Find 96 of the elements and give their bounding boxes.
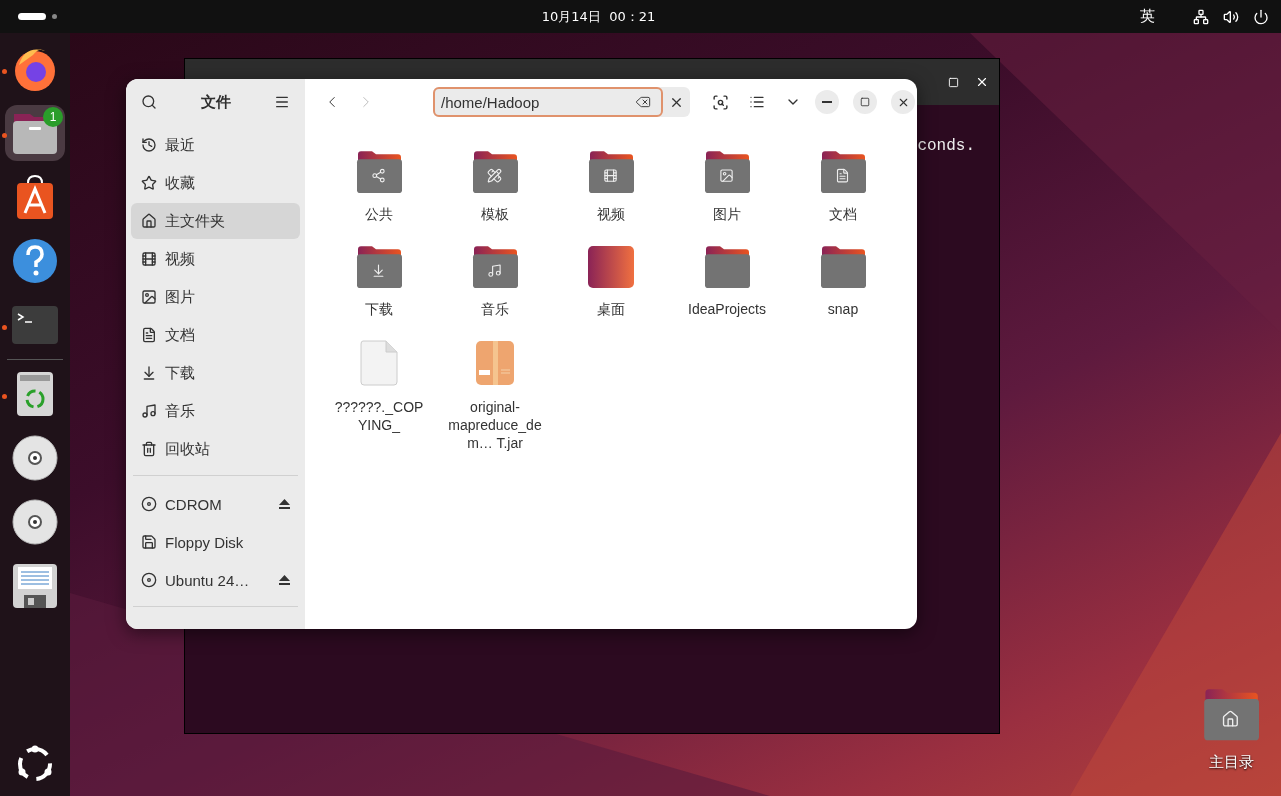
maximize-button[interactable]: [853, 90, 877, 114]
search-icon: [712, 93, 729, 111]
sidebar-item[interactable]: 视频: [131, 241, 300, 277]
help-icon[interactable]: [12, 238, 58, 284]
file-name: 桌面: [596, 299, 626, 318]
sidebar-item[interactable]: 回收站: [131, 431, 300, 467]
sidebar-item[interactable]: 最近: [131, 127, 300, 163]
star-icon: [141, 175, 157, 191]
sidebar-item[interactable]: Floppy Disk: [131, 524, 300, 560]
document-icon: [141, 327, 157, 343]
sidebar-item[interactable]: 下载: [131, 355, 300, 391]
file-name: 图片: [712, 205, 742, 224]
volume-icon[interactable]: [1223, 8, 1239, 25]
file-name: 音乐: [480, 299, 510, 318]
store-icon[interactable]: [15, 175, 55, 219]
file-cabinet-icon[interactable]: [12, 112, 58, 154]
trash-icon: [141, 441, 157, 457]
file-name: 视频: [596, 205, 626, 224]
workspace-indicator[interactable]: [52, 14, 57, 19]
menu-icon[interactable]: [274, 94, 290, 110]
file-name: 下载: [364, 299, 394, 318]
home-folder-icon: [1203, 689, 1259, 741]
file-item[interactable]: 桌面: [553, 245, 669, 318]
file-name: original-mapreduce_dem… T.jar: [447, 398, 543, 453]
disc-icon: [141, 496, 157, 512]
close-icon[interactable]: [975, 75, 989, 89]
maximize-icon: [860, 97, 870, 107]
desktop-shortcut[interactable]: 主目录: [1203, 689, 1259, 772]
recent-icon: [141, 137, 157, 153]
terminal-icon[interactable]: [12, 306, 58, 344]
folder-icon: [820, 245, 866, 288]
file-item[interactable]: 图片: [669, 151, 785, 224]
list-icon: [749, 94, 765, 110]
file-item[interactable]: snap: [785, 245, 901, 318]
file-item[interactable]: 模板: [437, 151, 553, 224]
notification-badge: 1: [43, 107, 63, 127]
music-folder-icon: [472, 245, 518, 288]
sidebar-item[interactable]: Ubuntu 24…: [131, 562, 300, 598]
window-title: 文件: [200, 92, 231, 112]
input-method-indicator[interactable]: 英: [1140, 7, 1155, 26]
file-icon: [359, 340, 399, 386]
music-icon: [141, 403, 157, 419]
package-icon: [475, 340, 515, 386]
file-item[interactable]: IdeaProjects: [669, 245, 785, 318]
file-item[interactable]: 下载: [321, 245, 437, 318]
shortcut-label: 主目录: [1208, 753, 1254, 772]
ruler-folder-icon: [472, 151, 518, 194]
film-folder-icon: [588, 151, 634, 194]
eject-icon[interactable]: [279, 499, 290, 509]
file-item[interactable]: ??????._COPYING_: [321, 340, 437, 453]
image-folder-icon: [704, 151, 750, 194]
network-icon[interactable]: [1193, 8, 1209, 25]
path-field[interactable]: /home/Hadoop: [433, 87, 663, 117]
close-button[interactable]: [891, 90, 915, 114]
document-folder-icon: [820, 151, 866, 194]
file-name: 模板: [480, 205, 510, 224]
home-icon: [141, 213, 157, 229]
clock[interactable]: 10月14日 00：21: [541, 7, 656, 26]
sidebar-item[interactable]: 文档: [131, 317, 300, 353]
power-icon[interactable]: [1253, 8, 1269, 25]
minimize-icon: [822, 101, 832, 103]
share-folder-icon: [356, 151, 402, 194]
file-name: ??????._COPYING_: [333, 398, 425, 435]
sidebar-item[interactable]: 图片: [131, 279, 300, 315]
sidebar-item[interactable]: 主文件夹: [131, 203, 300, 239]
terminal-output: conds.: [917, 137, 975, 155]
sidebar-item[interactable]: 收藏: [131, 165, 300, 201]
disc-icon[interactable]: [12, 499, 58, 545]
file-item[interactable]: 视频: [553, 151, 669, 224]
trash-icon[interactable]: [16, 371, 54, 417]
disc-icon: [141, 572, 157, 588]
disc-icon[interactable]: [12, 435, 58, 481]
download-folder-icon: [356, 245, 402, 288]
folder-icon: [704, 245, 750, 288]
sidebar-item[interactable]: CDROM: [131, 486, 300, 522]
file-name: snap: [826, 299, 860, 318]
download-icon: [141, 365, 157, 381]
image-icon: [141, 289, 157, 305]
file-name: 文档: [828, 205, 858, 224]
file-item[interactable]: 公共: [321, 151, 437, 224]
sidebar-item[interactable]: 音乐: [131, 393, 300, 429]
search-icon[interactable]: [141, 94, 157, 110]
eject-icon[interactable]: [279, 575, 290, 585]
file-name: IdeaProjects: [687, 299, 767, 318]
file-item[interactable]: 音乐: [437, 245, 553, 318]
workspace-indicator[interactable]: [18, 13, 46, 20]
floppy-icon[interactable]: [12, 563, 58, 609]
film-icon: [141, 251, 157, 267]
file-item[interactable]: 文档: [785, 151, 901, 224]
apps-grid-icon[interactable]: [15, 744, 55, 784]
file-item[interactable]: original-mapreduce_dem… T.jar: [437, 340, 553, 453]
maximize-icon[interactable]: [948, 76, 959, 88]
floppy-icon: [141, 534, 157, 550]
minimize-button[interactable]: [815, 90, 839, 114]
desktop-folder-icon: [588, 245, 634, 288]
file-name: 公共: [364, 205, 394, 224]
